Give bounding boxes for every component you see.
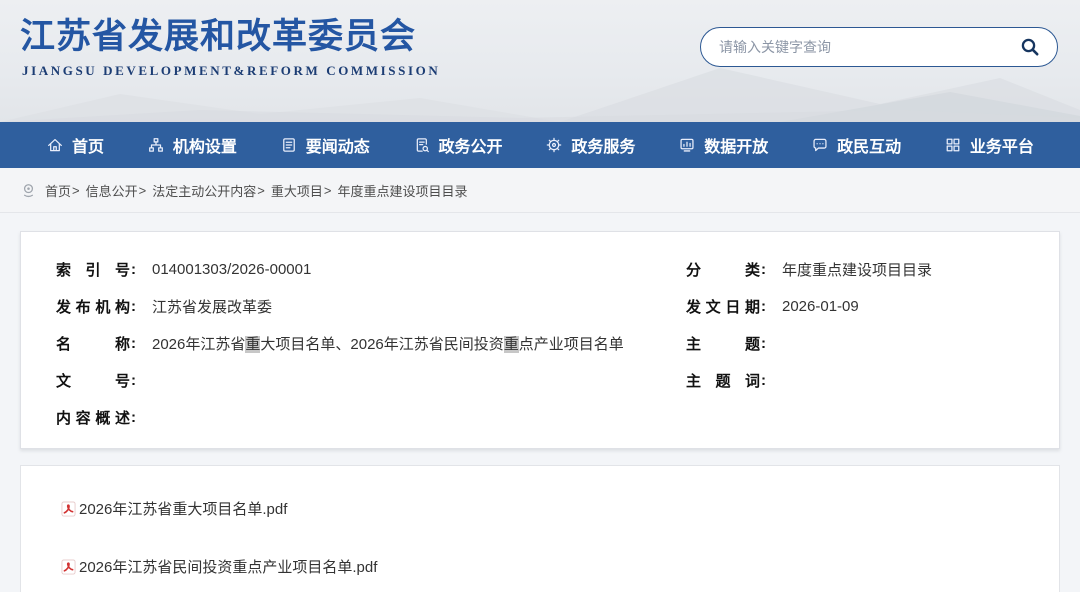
nav-item-label: 业务平台 [970,133,1034,157]
pdf-icon [61,559,76,575]
metadata-value: 014001303/2026-00001 [152,261,311,278]
breadcrumb-item[interactable]: 重大项目 [271,181,323,200]
search-input[interactable] [719,39,1018,55]
metadata-label: 发布机构 [56,296,130,317]
nav-item[interactable]: 政民互动 [811,133,901,157]
metadata-cell: 主题: [686,333,1024,354]
search-box [700,27,1058,67]
main-nav: 首页 机构设置 要闻动态 政务公开 政务服务 数据开放 政民互动 业务平台 [0,122,1080,168]
nav-item-label: 政务服务 [571,133,635,157]
site-title: 江苏省发展和改革委员会 [20,8,416,59]
nav-item[interactable]: 数据开放 [678,133,768,157]
pdf-icon [61,501,76,517]
attachment-link[interactable]: 2026年江苏省民间投资重点产业项目名单.pdf [61,556,377,577]
metadata-cell: 发文日期:2026-01-09 [686,296,1024,317]
nav-item-label: 政务公开 [439,133,503,157]
breadcrumb-separator: > [72,183,80,198]
metadata-label: 主题词 [686,370,760,391]
nav-item-label: 政民互动 [837,133,901,157]
breadcrumb-separator: > [139,183,147,198]
metadata-row: 文号:主题词: [56,362,1024,399]
attachments-card: 2026年江苏省重大项目名单.pdf 2026年江苏省民间投资重点产业项目名单.p… [20,465,1060,592]
location-icon [20,182,37,199]
keyword-highlight: 重 [504,336,519,353]
metadata-label: 发文日期 [686,296,760,317]
metadata-value: 2026年江苏省重大项目名单、2026年江苏省民间投资重点产业项目名单 [152,333,624,354]
nav-item[interactable]: 机构设置 [147,133,237,157]
metadata-row: 名称:2026年江苏省重大项目名单、2026年江苏省民间投资重点产业项目名单主题… [56,325,1024,362]
search-icon[interactable] [1018,35,1042,59]
nav-item[interactable]: 政务公开 [413,133,503,157]
breadcrumb-item[interactable]: 年度重点建设项目目录 [337,181,467,200]
breadcrumb-item[interactable]: 信息公开 [86,181,138,200]
attachment-filename: 2026年江苏省重大项目名单.pdf [79,498,287,519]
metadata-cell: 发布机构: 江苏省发展改革委 [56,296,686,317]
breadcrumb-item[interactable]: 首页 [45,181,71,200]
metadata-colon: : [131,335,136,352]
nav-item-label: 要闻动态 [306,133,370,157]
metadata-value: 年度重点建设项目目录 [782,259,932,280]
site-header: 江苏省发展和改革委员会 JIANGSU DEVELOPMENT&REFORM C… [0,0,1080,122]
metadata-row: 内容概述: [56,399,1024,436]
attachment-filename: 2026年江苏省民间投资重点产业项目名单.pdf [79,556,377,577]
metadata-colon: : [131,372,136,389]
site-subtitle-en: JIANGSU DEVELOPMENT&REFORM COMMISSION [22,63,440,79]
metadata-cell: 主题词: [686,370,1024,391]
page-content: 索引号:014001303/2026-00001分类:年度重点建设项目目录发布机… [0,213,1080,592]
news-icon [280,136,298,154]
metadata-colon: : [761,372,766,389]
keyword-highlight: 重 [245,336,260,353]
metadata-cell: 分类: 年度重点建设项目目录 [686,259,1024,280]
metadata-row: 发布机构:江苏省发展改革委发文日期:2026-01-09 [56,288,1024,325]
metadata-colon: : [761,335,766,352]
service-icon [545,136,563,154]
nav-item[interactable]: 政务服务 [545,133,635,157]
metadata-label: 文号 [56,370,130,391]
nav-item-label: 数据开放 [704,133,768,157]
metadata-cell: 索引号:014001303/2026-00001 [56,259,686,280]
metadata-label: 内容概述 [56,407,130,428]
metadata-label: 主题 [686,333,760,354]
breadcrumb: 首页>信息公开>法定主动公开内容>重大项目>年度重点建设项目目录 [0,168,1080,213]
breadcrumb-item[interactable]: 法定主动公开内容 [152,181,256,200]
document-metadata-card: 索引号:014001303/2026-00001分类:年度重点建设项目目录发布机… [20,231,1060,449]
breadcrumb-separator: > [324,183,332,198]
nav-item[interactable]: 要闻动态 [280,133,370,157]
metadata-colon: : [131,409,136,426]
metadata-colon: : [761,298,766,315]
nav-item-label: 机构设置 [173,133,237,157]
metadata-label: 分类 [686,259,760,280]
platform-icon [944,136,962,154]
metadata-cell: 文号: [56,370,686,391]
metadata-colon: : [761,261,766,278]
gov-open-icon [413,136,431,154]
metadata-cell: 内容概述: [56,407,686,428]
metadata-label: 索引号 [56,259,130,280]
breadcrumb-separator: > [257,183,265,198]
metadata-row: 索引号:014001303/2026-00001分类:年度重点建设项目目录 [56,251,1024,288]
metadata-colon: : [131,261,136,278]
metadata-value: 江苏省发展改革委 [152,296,272,317]
nav-item-label: 首页 [72,133,104,157]
data-icon [678,136,696,154]
attachment-link[interactable]: 2026年江苏省重大项目名单.pdf [61,498,287,519]
nav-item[interactable]: 业务平台 [944,133,1034,157]
nav-item[interactable]: 首页 [46,133,104,157]
org-icon [147,136,165,154]
metadata-cell: 名称:2026年江苏省重大项目名单、2026年江苏省民间投资重点产业项目名单 [56,333,686,354]
metadata-value: 2026-01-09 [782,298,859,315]
metadata-label: 名称 [56,333,130,354]
metadata-colon: : [131,298,136,315]
home-icon [46,136,64,154]
interact-icon [811,136,829,154]
